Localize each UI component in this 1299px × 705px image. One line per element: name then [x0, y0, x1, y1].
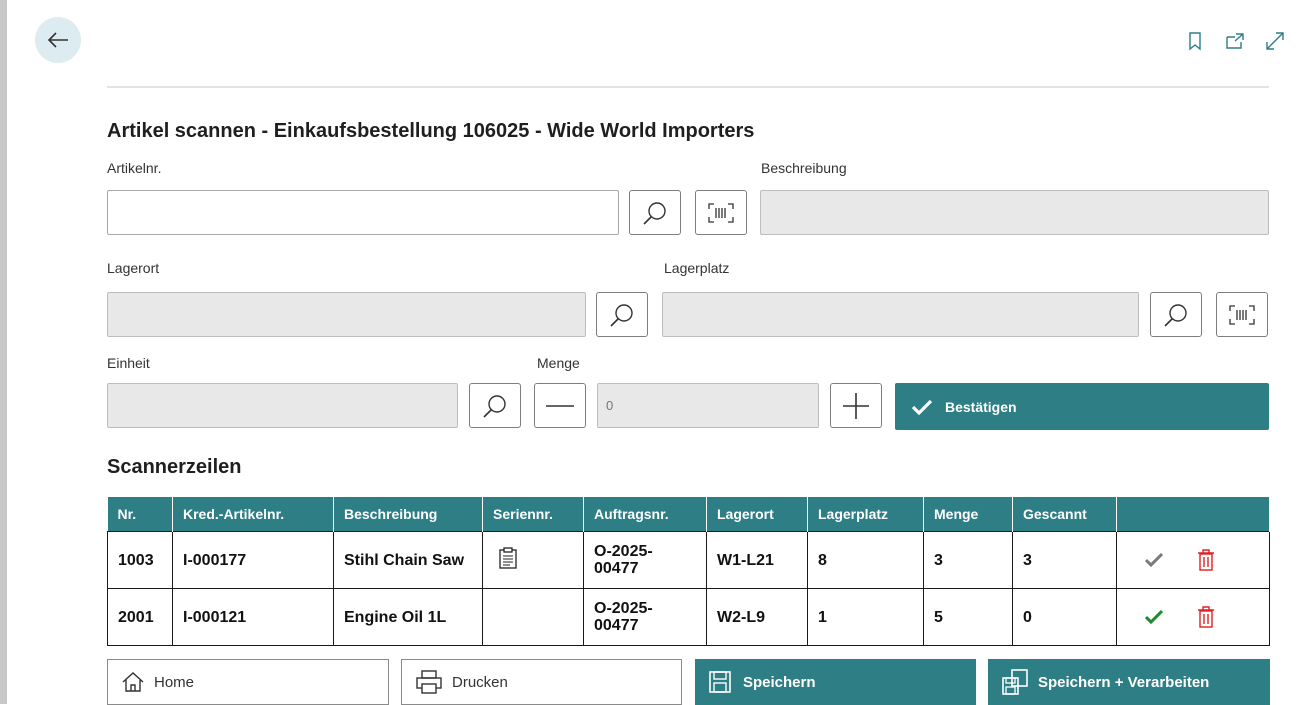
- cell-bin: 8: [807, 531, 924, 589]
- home-icon: [122, 672, 144, 692]
- search-icon: [610, 303, 633, 327]
- minus-icon: [546, 404, 574, 407]
- header-divider: [107, 86, 1269, 88]
- cell-nr: 2001: [107, 588, 173, 646]
- cell-quantity: 5: [923, 588, 1013, 646]
- home-button-label: Home: [154, 673, 195, 691]
- quantity-input[interactable]: [597, 383, 819, 428]
- cell-description: Stihl Chain Saw: [333, 531, 483, 589]
- item-barcode-button[interactable]: [695, 190, 747, 235]
- column-header-vendor-item-no[interactable]: Kred.-Artikelnr.: [172, 497, 334, 532]
- item-no-label: Artikelnr.: [107, 160, 162, 176]
- print-button-label: Drucken: [452, 673, 508, 691]
- expand-icon[interactable]: [1265, 31, 1285, 51]
- unit-label: Einheit: [107, 355, 150, 371]
- home-button[interactable]: Home: [107, 659, 389, 705]
- barcode-icon: [1229, 304, 1255, 325]
- save-and-process-button-label: Speichern + Verarbeiten: [1038, 673, 1210, 691]
- save-icon: [709, 671, 731, 693]
- window-left-border: [0, 0, 7, 704]
- checkmark-icon[interactable]: [1145, 553, 1163, 567]
- save-process-icon: [1002, 669, 1028, 695]
- unit-input[interactable]: [107, 383, 458, 428]
- table-row[interactable]: 2001 I-000121 Engine Oil 1L O-2025-00477…: [107, 588, 1270, 646]
- column-header-scanned[interactable]: Gescannt: [1012, 497, 1117, 532]
- trash-icon[interactable]: [1197, 549, 1215, 571]
- scanner-lines-table: Nr. Kred.-Artikelnr. Beschreibung Serien…: [107, 497, 1270, 646]
- scanner-lines-title: Scannerzeilen: [107, 456, 242, 478]
- description-label: Beschreibung: [761, 160, 847, 176]
- trash-icon[interactable]: [1197, 606, 1215, 628]
- cell-scanned: 3: [1012, 531, 1117, 589]
- description-field: [760, 190, 1269, 235]
- cell-location: W1-L21: [706, 531, 808, 589]
- checkmark-icon: [911, 399, 933, 415]
- quantity-label: Menge: [537, 355, 580, 371]
- bookmark-icon[interactable]: [1185, 31, 1205, 51]
- location-input[interactable]: [107, 292, 586, 337]
- column-header-order-no[interactable]: Auftragsnr.: [583, 497, 707, 532]
- page-actions: [1185, 31, 1285, 51]
- bin-input[interactable]: [662, 292, 1139, 337]
- unit-lookup-button[interactable]: [469, 383, 521, 428]
- checkmark-icon[interactable]: [1145, 610, 1163, 624]
- print-button[interactable]: Drucken: [401, 659, 682, 705]
- bin-lookup-button[interactable]: [1150, 292, 1202, 337]
- save-and-process-button[interactable]: Speichern + Verarbeiten: [988, 659, 1270, 705]
- bin-barcode-button[interactable]: [1216, 292, 1268, 337]
- cell-nr: 1003: [107, 531, 173, 589]
- location-lookup-button[interactable]: [596, 292, 648, 337]
- cell-order-no: O-2025-00477: [583, 531, 707, 589]
- printer-icon: [416, 670, 442, 694]
- table-header-row: Nr. Kred.-Artikelnr. Beschreibung Serien…: [107, 497, 1270, 532]
- column-header-quantity[interactable]: Menge: [923, 497, 1013, 532]
- confirm-button-label: Bestätigen: [945, 398, 1017, 415]
- save-button-label: Speichern: [743, 673, 816, 691]
- quantity-increase-button[interactable]: [830, 383, 882, 428]
- column-header-nr[interactable]: Nr.: [107, 497, 173, 532]
- cell-bin: 1: [807, 588, 924, 646]
- item-no-input[interactable]: [107, 190, 619, 235]
- page-title: Artikel scannen - Einkaufsbestellung 106…: [107, 120, 755, 142]
- search-icon: [1164, 303, 1187, 327]
- cell-vendor-item-no: I-000121: [172, 588, 334, 646]
- location-label: Lagerort: [107, 260, 160, 276]
- barcode-icon: [708, 202, 734, 223]
- open-new-window-icon[interactable]: [1225, 31, 1245, 51]
- column-header-serial-no[interactable]: Seriennr.: [482, 497, 584, 532]
- cell-location: W2-L9: [706, 588, 808, 646]
- cell-quantity: 3: [923, 531, 1013, 589]
- back-button[interactable]: [35, 17, 81, 63]
- cell-vendor-item-no: I-000177: [172, 531, 334, 589]
- bin-label: Lagerplatz: [664, 260, 730, 276]
- quantity-decrease-button[interactable]: [534, 383, 586, 428]
- search-icon: [483, 394, 506, 418]
- plus-icon: [843, 392, 869, 419]
- save-button[interactable]: Speichern: [695, 659, 976, 705]
- cell-actions: [1116, 531, 1270, 589]
- cell-serial-no: [482, 531, 584, 589]
- confirm-button[interactable]: Bestätigen: [895, 383, 1269, 430]
- clipboard-icon[interactable]: [499, 547, 517, 569]
- column-header-location[interactable]: Lagerort: [706, 497, 808, 532]
- search-icon: [643, 201, 666, 225]
- arrow-left-icon: [47, 32, 68, 48]
- column-header-bin[interactable]: Lagerplatz: [807, 497, 924, 532]
- item-lookup-button[interactable]: [629, 190, 681, 235]
- column-header-actions: [1116, 497, 1270, 532]
- cell-description: Engine Oil 1L: [333, 588, 483, 646]
- cell-order-no: O-2025-00477: [583, 588, 707, 646]
- cell-scanned: 0: [1012, 588, 1117, 646]
- cell-actions: [1116, 588, 1270, 646]
- cell-serial-no: [482, 588, 584, 646]
- column-header-description[interactable]: Beschreibung: [333, 497, 483, 532]
- table-row[interactable]: 1003 I-000177 Stihl Chain Saw O-2025-004…: [107, 531, 1270, 589]
